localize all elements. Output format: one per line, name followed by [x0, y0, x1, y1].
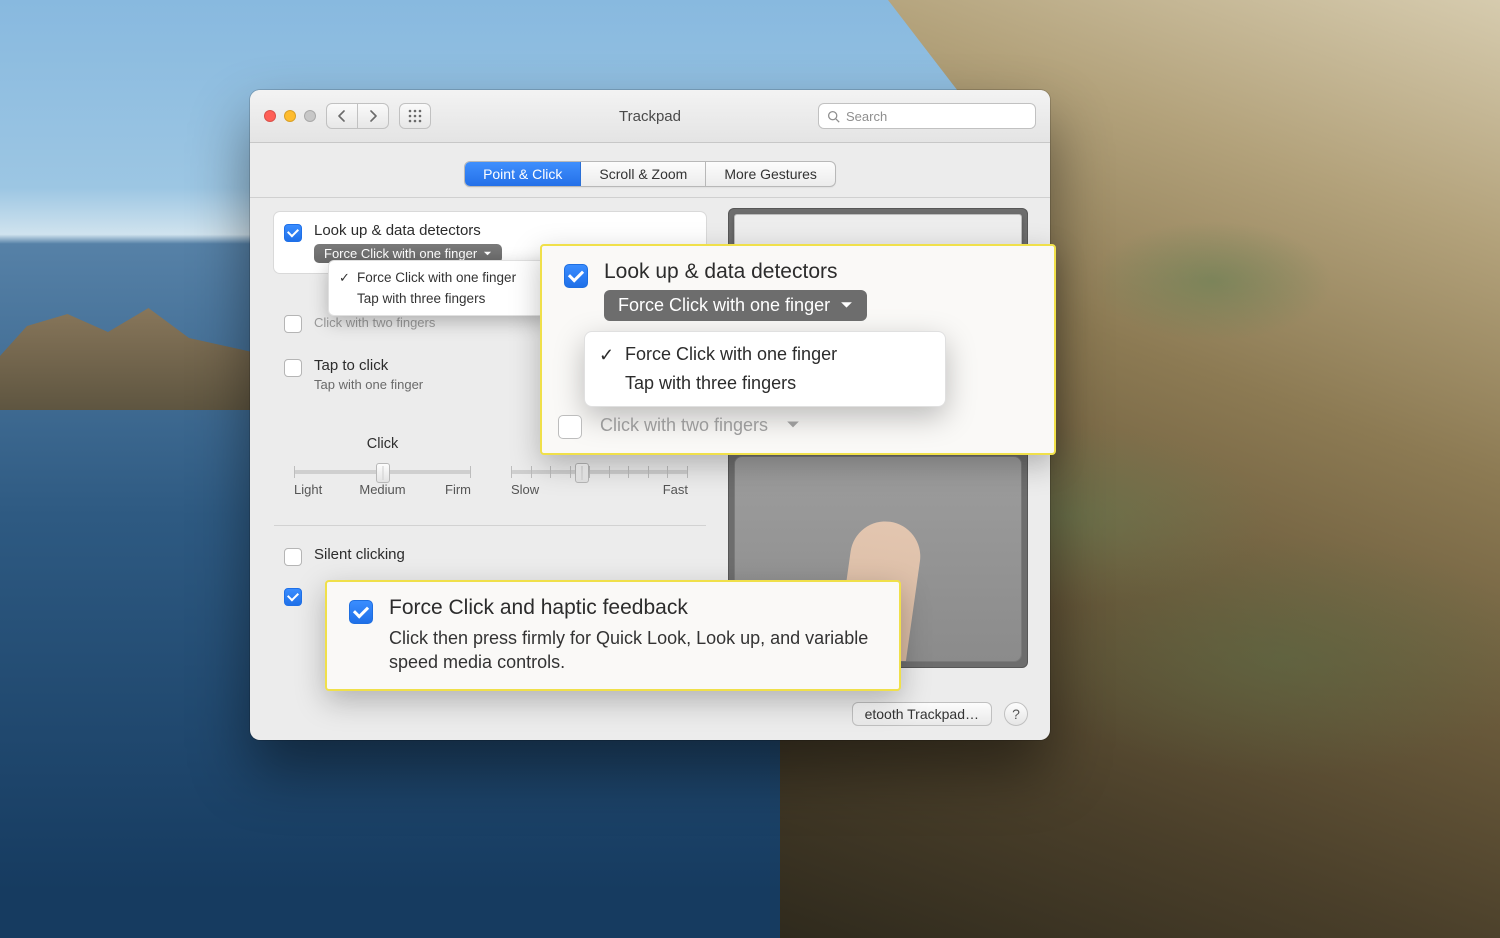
slider-click-label-light: Light [294, 482, 353, 497]
tab-point-click[interactable]: Point & Click [465, 162, 581, 186]
slider-click-labels: Light Medium Firm [294, 482, 471, 497]
callout-lookup-checkbox[interactable] [564, 264, 588, 288]
search-input[interactable]: Search [818, 103, 1036, 129]
tabs-row: Point & Click Scroll & Zoom More Gesture… [250, 143, 1050, 198]
option-tap-to-click-title: Tap to click [314, 357, 423, 375]
nav-segment [326, 103, 389, 129]
close-button[interactable] [264, 110, 276, 122]
search-placeholder: Search [846, 109, 887, 124]
traffic-lights [264, 110, 316, 122]
option-tap-to-click-sub: Tap with one finger [314, 377, 423, 392]
option-lookup-title: Look up & data detectors [314, 222, 502, 240]
slider-tracking-label-fast: Fast [663, 482, 688, 497]
slider-tracking-label-slow: Slow [511, 482, 539, 497]
tabs-segment: Point & Click Scroll & Zoom More Gesture… [464, 161, 836, 187]
chevron-down-icon [483, 249, 492, 258]
callout-lookup-dd-value: Force Click with one finger [618, 295, 830, 316]
callout-secondary-click-checkbox[interactable] [558, 415, 582, 439]
window-toolbar: Trackpad Search [250, 90, 1050, 143]
option-lookup-content: Look up & data detectors Force Click wit… [314, 222, 502, 263]
dropdown-lookup-item-1[interactable]: Tap with three fingers [329, 288, 549, 309]
slider-click-knob[interactable] [376, 463, 390, 483]
checkbox-silent-clicking[interactable] [284, 548, 302, 566]
slider-click[interactable]: Click Light Medium Firm [294, 436, 471, 497]
window-title: Trackpad [619, 108, 681, 125]
callout-lookup-menu-0[interactable]: Force Click with one finger [585, 340, 945, 369]
help-button[interactable]: ? [1004, 702, 1028, 726]
callout-force-click: Force Click and haptic feedback Click th… [325, 580, 901, 691]
callout-lookup-dropdown[interactable]: Force Click with one finger [604, 290, 867, 321]
bluetooth-trackpad-button[interactable]: etooth Trackpad… [852, 702, 992, 726]
callout-lookup-title: Look up & data detectors [604, 260, 946, 284]
separator [274, 525, 706, 526]
callout-lookup-menu-1[interactable]: Tap with three fingers [585, 369, 945, 398]
tab-scroll-zoom[interactable]: Scroll & Zoom [581, 162, 706, 186]
option-silent-clicking[interactable]: Silent clicking [274, 536, 706, 576]
chevron-down-icon [786, 418, 800, 432]
zoom-button[interactable] [304, 110, 316, 122]
option-secondary-click-sub: Click with two fingers [314, 315, 435, 330]
option-silent-clicking-title: Silent clicking [314, 546, 405, 564]
wallpaper-island [0, 290, 270, 410]
slider-click-label-medium: Medium [353, 482, 412, 497]
checkbox-lookup[interactable] [284, 224, 302, 242]
dropdown-lookup-menu[interactable]: Force Click with one finger Tap with thr… [328, 260, 550, 316]
callout-force-click-title: Force Click and haptic feedback [389, 596, 879, 620]
back-button[interactable] [327, 104, 357, 128]
minimize-button[interactable] [284, 110, 296, 122]
option-tap-to-click-content: Tap to click Tap with one finger [314, 357, 423, 392]
callout-lookup: Look up & data detectors Force Click wit… [540, 244, 1056, 455]
tab-more-gestures[interactable]: More Gestures [706, 162, 835, 186]
callout-force-click-checkbox[interactable] [349, 600, 373, 624]
slider-tracking-knob[interactable] [575, 463, 589, 483]
forward-button[interactable] [357, 104, 388, 128]
slider-tracking-labels: Slow Fast [511, 482, 688, 497]
slider-click-track[interactable] [294, 470, 471, 474]
slider-tracking-track[interactable] [511, 470, 688, 474]
callout-secondary-click-label: Click with two fingers [600, 415, 768, 436]
show-all-button[interactable] [399, 103, 431, 129]
dropdown-lookup-value: Force Click with one finger [324, 246, 477, 261]
chevron-down-icon [840, 299, 853, 312]
checkbox-secondary-click[interactable] [284, 315, 302, 333]
slider-click-label-firm: Firm [412, 482, 471, 497]
callout-lookup-menu[interactable]: Force Click with one finger Tap with thr… [584, 331, 946, 407]
callout-secondary-click-row: Click with two fingers [558, 411, 1034, 439]
checkbox-force-click[interactable] [284, 588, 302, 606]
slider-click-title: Click [294, 436, 471, 452]
window-footer: etooth Trackpad… ? [852, 702, 1028, 726]
checkbox-tap-to-click[interactable] [284, 359, 302, 377]
callout-force-click-desc: Click then press firmly for Quick Look, … [389, 626, 879, 675]
dropdown-lookup-item-0[interactable]: Force Click with one finger [329, 267, 549, 288]
search-icon [827, 110, 840, 123]
